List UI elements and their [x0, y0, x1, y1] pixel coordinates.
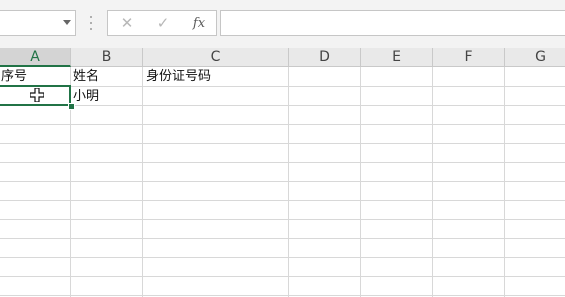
chevron-down-icon[interactable]	[63, 20, 71, 25]
formula-input[interactable]	[220, 10, 565, 36]
column-header-c[interactable]: C	[143, 48, 289, 66]
column-header-e[interactable]: E	[361, 48, 433, 66]
column-header-f[interactable]: F	[433, 48, 505, 66]
cancel-x-icon[interactable]: ✕	[112, 11, 142, 35]
plus-cursor-icon	[30, 88, 44, 102]
column-header-b[interactable]: B	[71, 48, 143, 66]
formula-buttons: ✕ ✓ fx	[107, 10, 217, 36]
cell-b1[interactable]: 姓名	[73, 67, 99, 86]
grip-icon	[90, 16, 93, 30]
checkmark-icon[interactable]: ✓	[148, 11, 178, 35]
column-header-d[interactable]: D	[289, 48, 361, 66]
fill-handle[interactable]	[68, 103, 75, 110]
column-header-g[interactable]: G	[505, 48, 565, 66]
cell-c1[interactable]: 身份证号码	[146, 67, 211, 86]
cell-b2[interactable]: 小明	[73, 87, 99, 106]
insert-function-button[interactable]: fx	[184, 11, 214, 35]
cell-a1[interactable]: 序号	[1, 67, 27, 86]
column-header-row: A B C D E F G	[0, 48, 565, 67]
name-box[interactable]	[0, 10, 76, 36]
column-header-a[interactable]: A	[0, 48, 71, 67]
formula-bar: ✕ ✓ fx	[0, 0, 565, 48]
